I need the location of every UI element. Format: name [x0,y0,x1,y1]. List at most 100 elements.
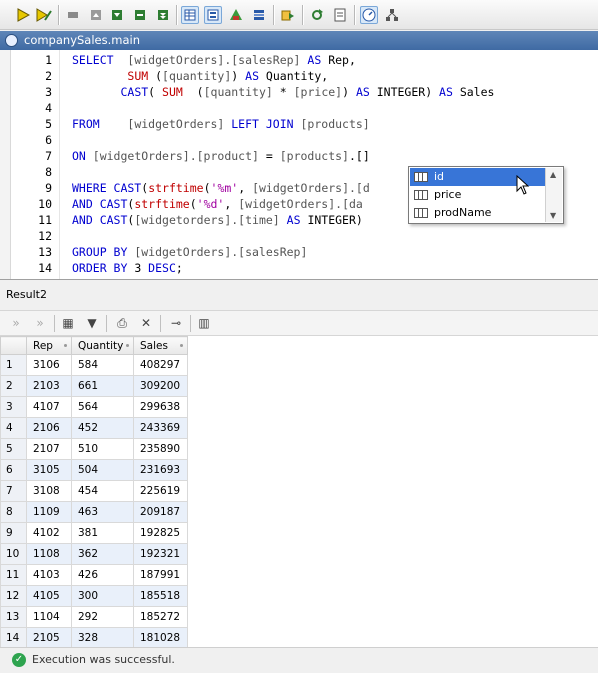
fullscreen-icon[interactable]: ✕ [138,315,154,331]
table-row[interactable]: 2 2103 661 309200 [0,375,188,397]
table-cell[interactable]: 328 [71,627,134,647]
table-cell[interactable]: 661 [71,375,134,397]
table-row[interactable]: 11 4103 426 187991 [0,564,188,586]
autocomplete-scrollbar[interactable]: ▲ ▼ [545,168,562,222]
row-number[interactable]: 5 [0,438,27,460]
table-cell[interactable]: 2106 [26,417,72,439]
table-cell[interactable]: 185272 [133,606,188,628]
table-cell[interactable]: 1104 [26,606,72,628]
execute-icon[interactable] [14,6,32,24]
code-line[interactable]: 2 SUM ([quantity]) AS Quantity, [0,68,598,84]
find-icon[interactable]: ▦ [60,315,76,331]
code-line[interactable]: 4 [0,100,598,116]
list-icon[interactable] [250,6,268,24]
scroll-up-icon[interactable]: ▲ [550,170,556,179]
report-icon[interactable] [331,6,349,24]
table-cell[interactable]: 243369 [133,417,188,439]
table-cell[interactable]: 408297 [133,354,188,376]
row-number[interactable]: 12 [0,585,27,607]
export-grid-icon[interactable]: ⎙ [114,315,130,331]
table-row[interactable]: 8 1109 463 209187 [0,501,188,523]
table-cell[interactable]: 4105 [26,585,72,607]
export-icon[interactable] [279,6,297,24]
table-cell[interactable]: 192825 [133,522,188,544]
column-header[interactable]: Rep [26,336,72,355]
result-tab-label[interactable]: Result2 [0,285,598,305]
table-row[interactable]: 9 4102 381 192825 [0,522,188,544]
row-number[interactable]: 8 [0,501,27,523]
move-up-icon[interactable] [87,6,105,24]
table-cell[interactable]: 300 [71,585,134,607]
table-cell[interactable]: 4103 [26,564,72,586]
table-cell[interactable]: 185518 [133,585,188,607]
code-line[interactable]: 3 CAST( SUM ([quantity] * [price]) AS IN… [0,84,598,100]
row-number[interactable]: 10 [0,543,27,565]
code-line[interactable]: 7 ON [widgetOrders].[product] = [products… [0,148,598,164]
table-cell[interactable]: 504 [71,459,134,481]
table-row[interactable]: 14 2105 328 181028 [0,627,188,647]
table-cell[interactable]: 362 [71,543,134,565]
autocomplete-item[interactable]: prodName [410,204,547,222]
table-cell[interactable]: 510 [71,438,134,460]
grid-view-icon[interactable] [181,6,199,24]
code-line[interactable]: 1 SELECT [widgetOrders].[salesRep] AS Rep… [0,52,598,68]
form-view-icon[interactable] [204,6,222,24]
sql-editor[interactable]: 1 SELECT [widgetOrders].[salesRep] AS Rep… [0,50,598,280]
table-row[interactable]: 5 2107 510 235890 [0,438,188,460]
code-line[interactable]: 5 FROM [widgetOrders] LEFT JOIN [products… [0,116,598,132]
table-cell[interactable]: 564 [71,396,134,418]
table-cell[interactable]: 299638 [133,396,188,418]
timer-icon[interactable] [360,6,378,24]
pin-icon[interactable]: ⊸ [168,315,184,331]
table-cell[interactable]: 2103 [26,375,72,397]
scroll-down-icon[interactable]: ▼ [550,211,556,220]
table-cell[interactable]: 4107 [26,396,72,418]
table-cell[interactable]: 3105 [26,459,72,481]
table-cell[interactable]: 292 [71,606,134,628]
code-line[interactable]: 14 ORDER BY 3 DESC; [0,260,598,276]
code-line[interactable]: 12 [0,228,598,244]
table-row[interactable]: 6 3105 504 231693 [0,459,188,481]
table-cell[interactable]: 1108 [26,543,72,565]
tree-icon[interactable] [227,6,245,24]
row-number[interactable]: 11 [0,564,27,586]
chart-icon[interactable]: ▥ [196,315,212,331]
table-cell[interactable]: 452 [71,417,134,439]
table-cell[interactable]: 235890 [133,438,188,460]
row-number[interactable]: 1 [0,354,27,376]
plan-icon[interactable] [383,6,401,24]
expand-icon[interactable] [131,6,149,24]
table-row[interactable]: 4 2106 452 243369 [0,417,188,439]
table-cell[interactable]: 3108 [26,480,72,502]
table-row[interactable]: 1 3106 584 408297 [0,354,188,376]
filter-icon[interactable]: ▼ [84,315,100,331]
row-number[interactable]: 9 [0,522,27,544]
corner-cell[interactable] [0,336,27,355]
document-tab[interactable]: companySales.main [0,31,598,50]
table-row[interactable]: 7 3108 454 225619 [0,480,188,502]
row-number[interactable]: 13 [0,606,27,628]
table-cell[interactable]: 181028 [133,627,188,647]
row-number[interactable]: 14 [0,627,27,647]
row-number[interactable]: 6 [0,459,27,481]
table-cell[interactable]: 1109 [26,501,72,523]
table-row[interactable]: 12 4105 300 185518 [0,585,188,607]
table-row[interactable]: 3 4107 564 299638 [0,396,188,418]
collapse-icon[interactable] [154,6,172,24]
row-number[interactable]: 7 [0,480,27,502]
row-number[interactable]: 2 [0,375,27,397]
table-cell[interactable]: 426 [71,564,134,586]
table-cell[interactable]: 2105 [26,627,72,647]
prev-icon[interactable]: » [8,315,24,331]
code-line[interactable]: 13 GROUP BY [widgetOrders].[salesRep] [0,244,598,260]
table-row[interactable]: 10 1108 362 192321 [0,543,188,565]
table-row[interactable]: 13 1104 292 185272 [0,606,188,628]
table-cell[interactable]: 192321 [133,543,188,565]
table-cell[interactable]: 231693 [133,459,188,481]
table-cell[interactable]: 381 [71,522,134,544]
table-cell[interactable]: 4102 [26,522,72,544]
table-cell[interactable]: 3106 [26,354,72,376]
next-icon[interactable]: » [32,315,48,331]
table-cell[interactable]: 2107 [26,438,72,460]
column-header[interactable]: Quantity [71,336,134,355]
